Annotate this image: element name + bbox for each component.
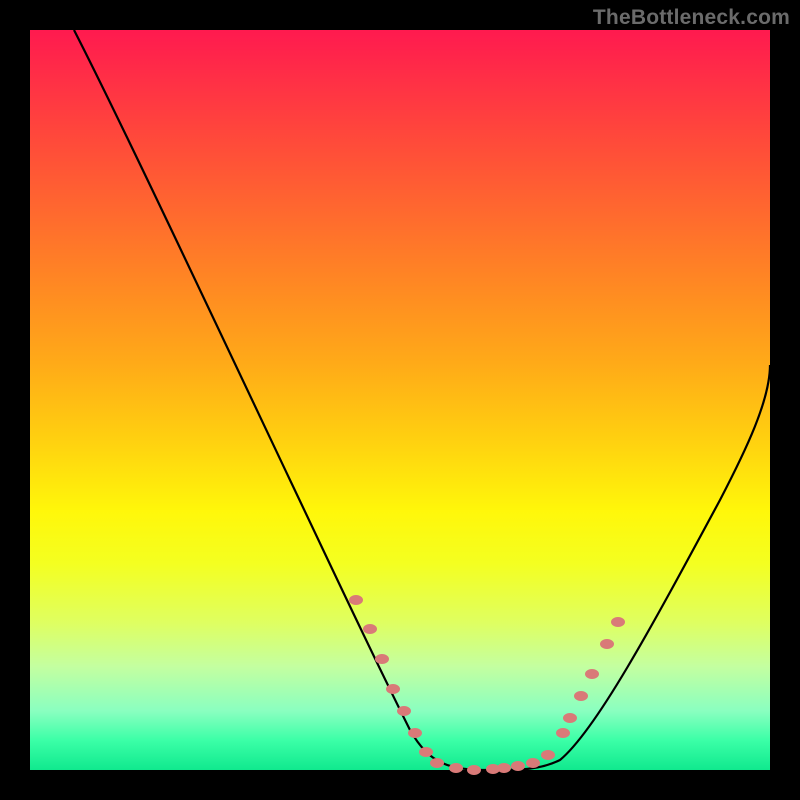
data-point [600,639,614,649]
data-point [349,595,363,605]
data-point [497,763,511,773]
data-point [449,763,463,773]
data-point [430,758,444,768]
data-point [397,706,411,716]
watermark-text: TheBottleneck.com [593,6,790,30]
data-point [585,669,599,679]
data-point [563,713,577,723]
chart-frame: TheBottleneck.com [0,0,800,800]
data-point [541,750,555,760]
data-point [556,728,570,738]
data-point [611,617,625,627]
data-point [408,728,422,738]
data-point [419,747,433,757]
data-point [375,654,389,664]
data-point [467,765,481,775]
data-point [526,758,540,768]
data-point [386,684,400,694]
data-point [574,691,588,701]
bottleneck-curve [74,30,770,770]
data-point [511,761,525,771]
data-point [363,624,377,634]
curve-layer [30,30,770,770]
